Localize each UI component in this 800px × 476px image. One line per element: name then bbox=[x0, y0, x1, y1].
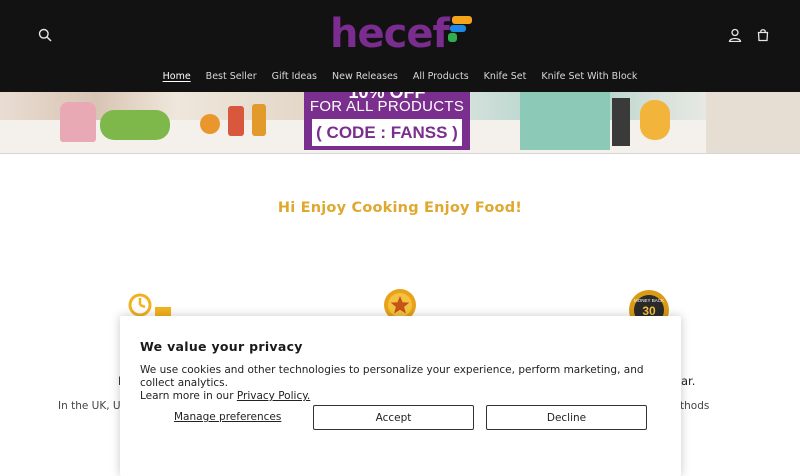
nav-item-all-products[interactable]: All Products bbox=[413, 66, 469, 88]
manage-preferences-button[interactable]: Manage preferences bbox=[174, 411, 281, 423]
site-header: hecef Home Best Seller Gift Ideas New Re… bbox=[0, 0, 800, 92]
promo-code: ( CODE : FANSS ) bbox=[312, 119, 462, 146]
utensil-holder-image bbox=[60, 102, 96, 142]
nav-item-gift-ideas[interactable]: Gift Ideas bbox=[272, 66, 317, 88]
cart-icon[interactable] bbox=[751, 23, 775, 47]
knife-block-image bbox=[520, 92, 610, 150]
oil-bottle-image bbox=[252, 104, 266, 136]
promo-label: 10% OFF FOR ALL PRODUCTS ( CODE : FANSS … bbox=[304, 92, 470, 150]
account-icon[interactable] bbox=[723, 23, 747, 47]
section-headline: Hi Enjoy Cooking Enjoy Food! bbox=[277, 200, 523, 216]
svg-text:MONEY BACK: MONEY BACK bbox=[634, 298, 664, 303]
cookie-dialog-title: We value your privacy bbox=[140, 339, 303, 354]
cookie-dialog-body: We use cookies and other technologies to… bbox=[140, 364, 660, 403]
knife-stand-image bbox=[612, 98, 630, 146]
logo-wordmark: hecef bbox=[330, 11, 450, 57]
privacy-policy-link[interactable]: Privacy Policy. bbox=[237, 390, 310, 402]
cookie-consent-dialog: We value your privacy We use cookies and… bbox=[120, 316, 681, 476]
bananas-image bbox=[640, 100, 670, 140]
nav-item-best-seller[interactable]: Best Seller bbox=[206, 66, 257, 88]
logo-mark-icon bbox=[448, 16, 472, 42]
divider bbox=[0, 153, 800, 154]
search-icon[interactable] bbox=[33, 23, 57, 47]
feature-heading-money-back: ar. bbox=[681, 374, 696, 388]
sauce-bottle-image bbox=[228, 106, 244, 136]
feature-text-payment: thods bbox=[680, 400, 710, 412]
cookie-learn-more-text: Learn more in our bbox=[140, 390, 234, 402]
nav-item-knife-set-with-block[interactable]: Knife Set With Block bbox=[541, 66, 637, 88]
promo-banner[interactable]: 10% OFF FOR ALL PRODUCTS ( CODE : FANSS … bbox=[0, 92, 800, 154]
main-nav: Home Best Seller Gift Ideas New Releases… bbox=[0, 66, 800, 88]
orange-image bbox=[200, 114, 220, 134]
kitchen-backdrop-image bbox=[706, 92, 800, 154]
brand-logo[interactable]: hecef bbox=[330, 10, 472, 58]
nav-item-home[interactable]: Home bbox=[163, 66, 191, 88]
nav-item-new-releases[interactable]: New Releases bbox=[332, 66, 398, 88]
nav-item-knife-set[interactable]: Knife Set bbox=[484, 66, 527, 88]
cookie-dialog-text: We use cookies and other technologies to… bbox=[140, 364, 644, 389]
accept-button[interactable]: Accept bbox=[313, 405, 474, 430]
decline-button[interactable]: Decline bbox=[486, 405, 647, 430]
promo-subtitle: FOR ALL PRODUCTS bbox=[309, 98, 465, 115]
vegetables-image bbox=[100, 110, 170, 140]
